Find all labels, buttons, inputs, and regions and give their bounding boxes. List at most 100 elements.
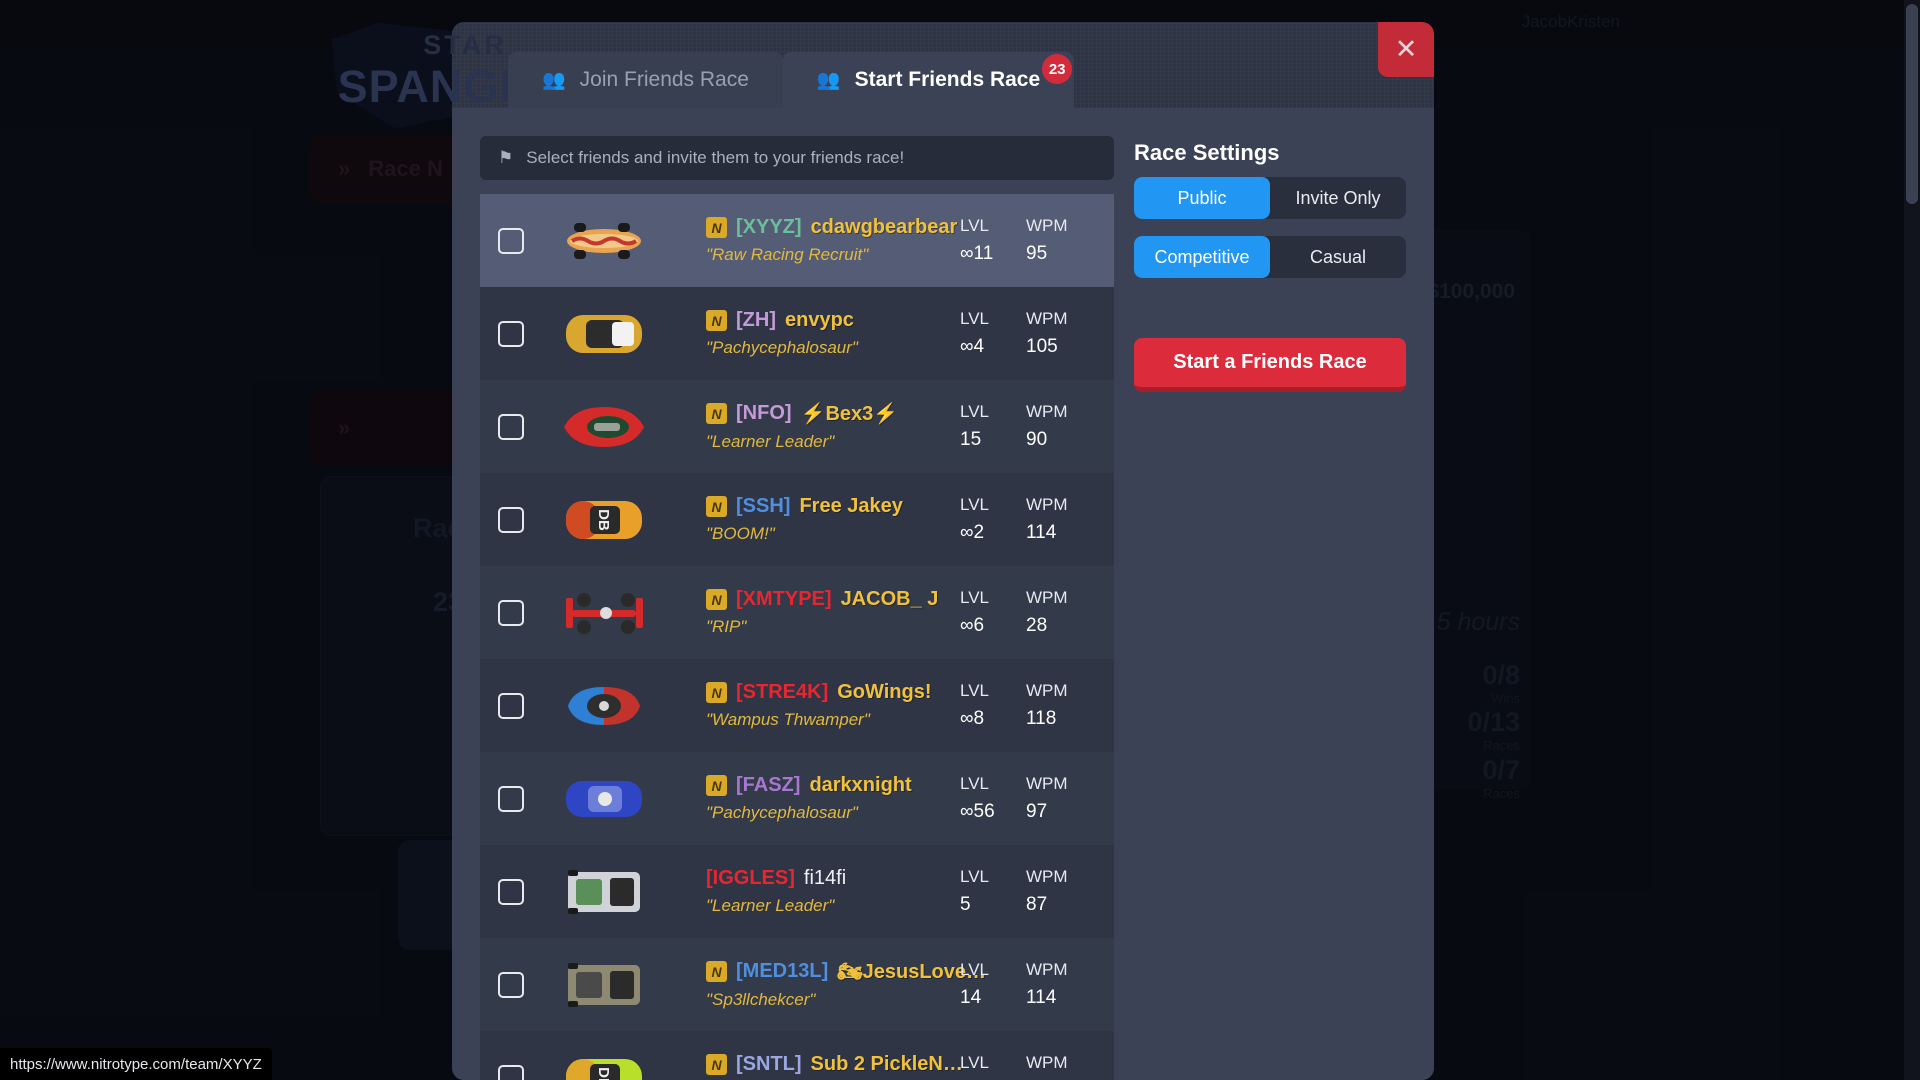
wpm-column: WPM 97 — [1026, 774, 1092, 823]
tab-start-friends-race[interactable]: 👥 Start Friends Race 23 — [782, 52, 1075, 108]
friend-team-tag[interactable]: [SSH] — [736, 495, 790, 518]
friend-level-value: 15 — [960, 429, 982, 450]
friend-row[interactable]: N [ZH] envypc "Pachycephalosaur" LVL ∞4 WPM 105 — [480, 287, 1114, 380]
status-bar-url: https://www.nitrotype.com/team/XYYZ — [0, 1048, 272, 1080]
gold-membership-icon: N — [706, 217, 727, 238]
level-label: LVL — [960, 960, 989, 979]
friend-select-checkbox[interactable] — [498, 878, 524, 905]
friend-level-value: 5 — [960, 894, 971, 915]
start-friends-race-button[interactable]: Start a Friends Race — [1134, 338, 1406, 392]
friend-identity: N [NFO] ⚡Bex3⚡ "Learner Leader" — [706, 401, 960, 452]
friend-row[interactable]: N [STRE4K] GoWings! "Wampus Thwamper" LVL ∞8 W… — [480, 659, 1114, 752]
friend-team-tag[interactable]: [XYYZ] — [736, 216, 802, 239]
friend-row[interactable]: N [MED13L] 🏍JesusLove… "Sp3llchekcer" LVL 14 W… — [480, 938, 1114, 1031]
friend-row[interactable]: N [XMTYPE] JACOB_ J "RIP" LVL ∞6 WPM 28 — [480, 566, 1114, 659]
level-label: LVL — [960, 309, 989, 328]
wpm-column: WPM 28 — [1026, 588, 1092, 637]
friend-team-tag[interactable]: [NFO] — [736, 402, 792, 425]
wpm-column: WPM 87 — [1026, 867, 1092, 916]
level-label: LVL — [960, 867, 989, 886]
close-icon[interactable]: ✕ — [1378, 22, 1434, 77]
friend-row[interactable]: DB N [SSH] Free Jakey "BOOM!" LVL ∞2 WPM 114 — [480, 473, 1114, 566]
wpm-label: WPM — [1026, 774, 1068, 793]
friend-select-checkbox[interactable] — [498, 785, 524, 812]
friend-select-checkbox[interactable] — [498, 1064, 524, 1080]
friend-username[interactable]: GoWings! — [837, 681, 931, 704]
friend-wpm-value: 95 — [1026, 243, 1048, 264]
friend-select-checkbox[interactable] — [498, 971, 524, 998]
level-column: LVL ∞6 — [960, 588, 1026, 637]
friend-row[interactable]: [IGGLES] fi14fi "Learner Leader" LVL 5 WPM 87 — [480, 845, 1114, 938]
friend-team-tag[interactable]: [ZH] — [736, 309, 776, 332]
visibility-option-public[interactable]: Public — [1134, 177, 1270, 219]
level-label: LVL — [960, 1053, 989, 1072]
friend-username[interactable]: Free Jakey — [799, 495, 902, 518]
car-icon — [554, 582, 654, 644]
friend-username[interactable]: Sub 2 PickleN… — [811, 1053, 963, 1076]
mode-option-competitive[interactable]: Competitive — [1134, 236, 1270, 278]
wpm-label: WPM — [1026, 309, 1068, 328]
friend-identity: N [SSH] Free Jakey "BOOM!" — [706, 495, 960, 544]
friend-team-tag[interactable]: [SNTL] — [736, 1053, 802, 1076]
friend-identity: N[SNTL]Sub 2 PickleN…"Keyboard Cat" — [706, 1053, 963, 1080]
friend-team-tag[interactable]: [MED13L] — [736, 960, 828, 983]
wpm-label: WPM — [1026, 960, 1068, 979]
visibility-option-invite-only[interactable]: Invite Only — [1270, 177, 1406, 219]
wpm-column: WPM 118 — [1026, 681, 1092, 730]
mode-option-casual[interactable]: Casual — [1270, 236, 1406, 278]
friend-row[interactable]: N [FASZ] darkxnight "Pachycephalosaur" LVL ∞5… — [480, 752, 1114, 845]
friend-username[interactable]: darkxnight — [809, 774, 911, 797]
friend-identity: N [ZH] envypc "Pachycephalosaur" — [706, 309, 960, 358]
friend-username[interactable]: cdawgbearbear — [811, 216, 958, 239]
page-scrollbar[interactable] — [1904, 0, 1920, 1080]
friend-wpm-value: 28 — [1026, 615, 1048, 636]
modal-tabs: 👥 Join Friends Race 👥 Start Friends Race 23 — [452, 22, 1075, 108]
friend-wpm-value: 87 — [1026, 894, 1048, 915]
friend-username[interactable]: ⚡Bex3⚡ — [801, 401, 899, 426]
friend-select-checkbox[interactable] — [498, 692, 524, 719]
friend-select-checkbox[interactable] — [498, 413, 524, 440]
modal-body: ⚑ Select friends and invite them to your… — [452, 108, 1434, 1080]
visibility-toggle-group: Public Invite Only — [1134, 177, 1406, 219]
friend-select-checkbox[interactable] — [498, 506, 524, 533]
friend-username[interactable]: envypc — [785, 309, 854, 332]
wpm-label: WPM — [1026, 681, 1068, 700]
car-icon — [554, 954, 654, 1016]
friend-row[interactable]: N [NFO] ⚡Bex3⚡ "Learner Leader" LVL 15 WPM 90 — [480, 380, 1114, 473]
friend-select-checkbox[interactable] — [498, 320, 524, 347]
scrollbar-thumb[interactable] — [1906, 4, 1918, 204]
friend-title: "Sp3llchekcer" — [706, 990, 816, 1009]
friend-username[interactable]: JACOB_ J — [841, 588, 939, 611]
hint-bar: ⚑ Select friends and invite them to your… — [480, 136, 1114, 180]
friend-select-checkbox[interactable] — [498, 227, 524, 254]
level-column: LVL ∞56 — [960, 774, 1026, 823]
wpm-label: WPM — [1026, 402, 1068, 421]
friend-team-tag[interactable]: [FASZ] — [736, 774, 800, 797]
friend-wpm-value: 97 — [1026, 801, 1048, 822]
level-column: LVL ∞2 — [960, 495, 1026, 544]
friend-wpm-value: 118 — [1026, 708, 1057, 729]
friend-identity: [IGGLES] fi14fi "Learner Leader" — [706, 867, 960, 916]
friend-wpm-value: 114 — [1026, 522, 1057, 543]
wpm-label: WPM — [1026, 588, 1068, 607]
car-icon — [554, 675, 654, 737]
friend-row[interactable]: N [XYYZ] cdawgbearbear "Raw Racing Recruit"… — [480, 194, 1114, 287]
friend-team-tag[interactable]: [XMTYPE] — [736, 588, 832, 611]
tab-join-friends-race[interactable]: 👥 Join Friends Race — [508, 52, 783, 108]
friend-team-tag[interactable]: [STRE4K] — [736, 681, 828, 704]
friend-team-tag[interactable]: [IGGLES] — [706, 867, 795, 890]
friend-identity: N [MED13L] 🏍JesusLove… "Sp3llchekcer" — [706, 959, 986, 1010]
gold-membership-icon: N — [706, 496, 727, 517]
wpm-label: WPM — [1026, 216, 1068, 235]
mode-toggle-group: Competitive Casual — [1134, 236, 1406, 278]
level-column: LVL ∞4 — [960, 309, 1026, 358]
friend-list[interactable]: N [XYYZ] cdawgbearbear "Raw Racing Recruit"… — [480, 194, 1114, 1080]
flag-icon: ⚑ — [498, 148, 514, 167]
friend-title: "Pachycephalosaur" — [706, 803, 858, 822]
friend-select-checkbox[interactable] — [498, 599, 524, 626]
friend-level-value: 14 — [960, 987, 982, 1008]
friend-row[interactable]: DBN[SNTL]Sub 2 PickleN…"Keyboard Cat"LVL… — [480, 1031, 1114, 1080]
wpm-label: WPM — [1026, 495, 1068, 514]
friend-wpm-value: 105 — [1026, 336, 1058, 357]
friend-username[interactable]: fi14fi — [804, 867, 846, 890]
